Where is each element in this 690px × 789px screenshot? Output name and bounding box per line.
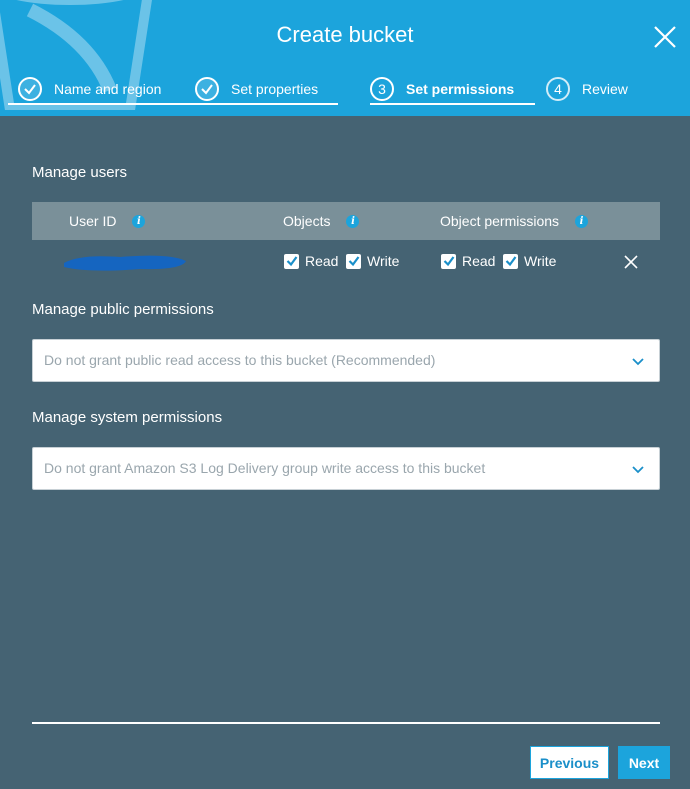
step-label: Review [582,81,628,97]
objects-write-checkbox[interactable]: Write [346,253,399,269]
select-value: Do not grant public read access to this … [44,352,436,368]
checkbox-label: Write [367,253,400,269]
column-user-id: User ID i [69,202,146,240]
step-set-permissions[interactable]: 3 Set permissions [370,72,514,106]
checkbox-label: Read [462,253,496,269]
step-number: 3 [370,77,394,101]
public-permissions-select[interactable]: Do not grant public read access to this … [32,339,660,382]
step-name-and-region[interactable]: Name and region [18,72,161,106]
chevron-down-icon [632,466,644,474]
manage-system-permissions-title: Manage system permissions [32,409,223,426]
step-label: Set permissions [406,81,515,97]
dialog-header: Create bucket Name and region Set proper… [0,0,690,116]
users-table-header: User ID i Objects i Object permissions i [32,202,660,240]
column-objects: Objects i [283,202,360,240]
manage-public-permissions-title: Manage public permissions [32,301,214,318]
checkmark-icon [18,77,42,101]
footer-divider [32,722,660,724]
step-label: Set properties [231,81,319,97]
info-icon[interactable]: i [132,214,146,228]
info-icon[interactable]: i [346,214,360,228]
checkmark-icon [195,77,219,101]
wizard-steps: Name and region Set properties 3 Set per… [0,72,690,112]
step-number: 4 [546,77,570,101]
select-value: Do not grant Amazon S3 Log Delivery grou… [44,460,486,476]
checkmark-icon [503,253,518,269]
checkbox-label: Write [524,253,557,269]
table-row: Read Write Read Write [32,244,660,280]
manage-users-title: Manage users [32,164,128,181]
column-label: Objects [283,213,331,229]
objects-read-checkbox[interactable]: Read [284,253,338,269]
redacted-user-id [64,255,186,271]
chevron-down-icon [632,358,644,366]
step-review[interactable]: 4 Review [546,72,628,106]
checkmark-icon [441,253,456,269]
column-object-permissions: Object permissions i [440,202,589,240]
checkmark-icon [284,253,299,269]
step-label: Name and region [54,81,162,97]
system-permissions-select[interactable]: Do not grant Amazon S3 Log Delivery grou… [32,447,660,490]
permissions-read-checkbox[interactable]: Read [441,253,495,269]
step-active-underline [370,103,535,105]
step-progress-underline [8,103,338,105]
next-button[interactable]: Next [618,746,670,779]
step-set-properties[interactable]: Set properties [195,72,318,106]
dialog-title: Create bucket [276,22,414,47]
permissions-write-checkbox[interactable]: Write [503,253,556,269]
checkmark-icon [346,253,361,269]
info-icon[interactable]: i [575,214,589,228]
previous-button[interactable]: Previous [530,746,609,779]
remove-user-close-icon[interactable] [624,255,638,269]
column-label: Object permissions [440,213,560,229]
close-icon[interactable] [652,24,678,50]
column-label: User ID [69,213,117,229]
checkbox-label: Read [305,253,339,269]
